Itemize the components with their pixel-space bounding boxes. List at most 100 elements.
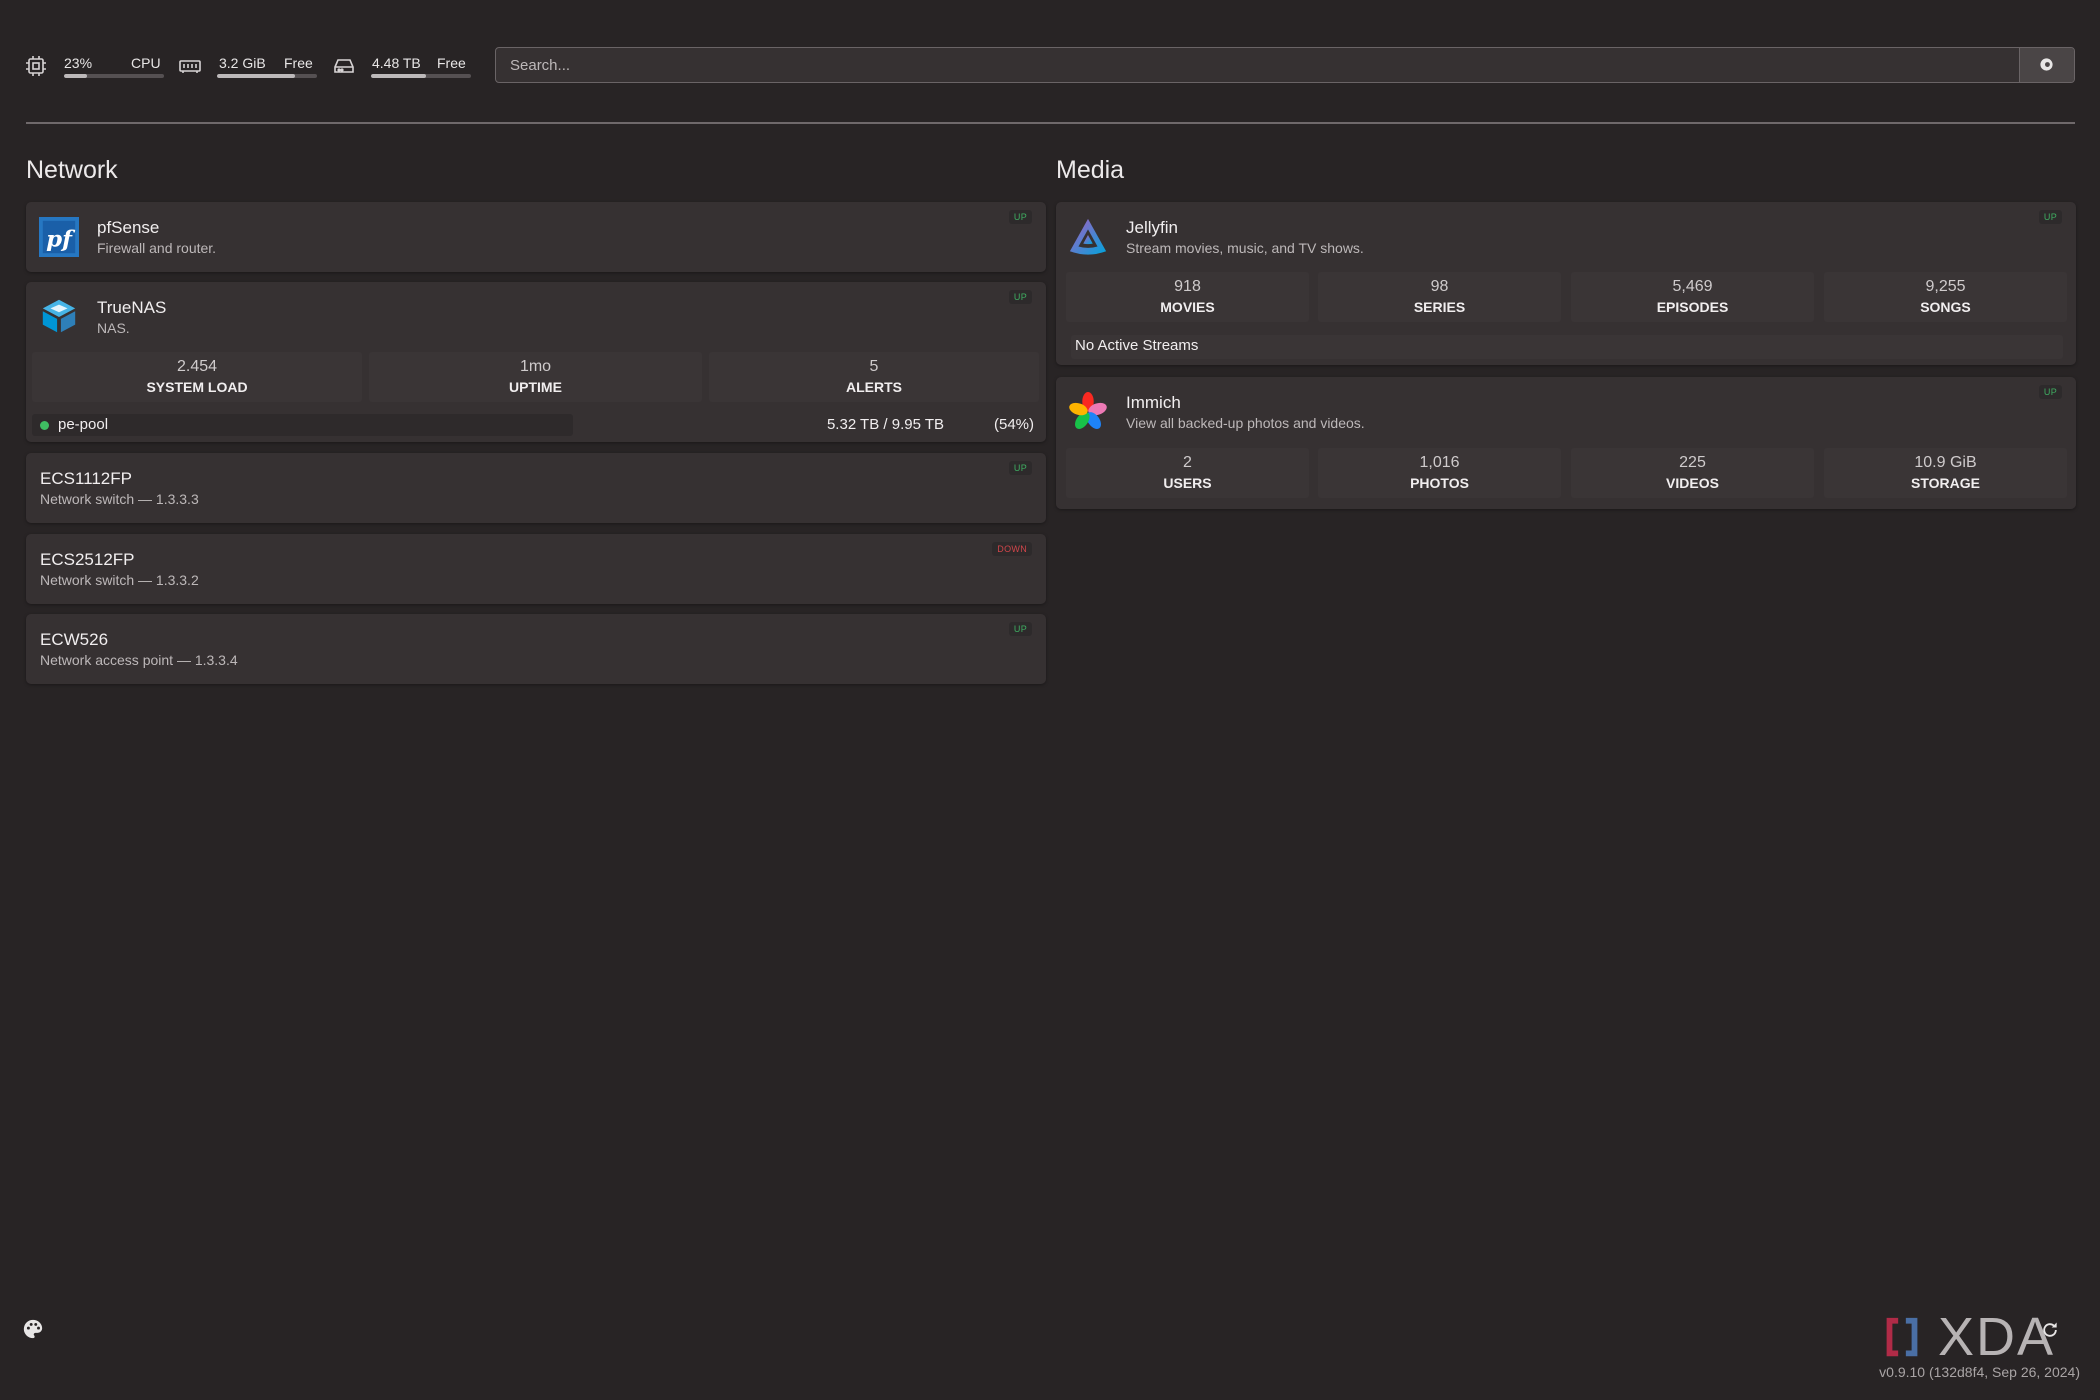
service-name: Jellyfin (1126, 218, 1178, 237)
cpu-usage-bar (64, 74, 164, 78)
pfsense-logo-icon: pf (39, 217, 79, 257)
stat-value: 10.9 GiB (1914, 454, 1977, 471)
stat-songs: 9,255 SONGS (1824, 272, 2067, 322)
stat-photos: 1,016 PHOTOS (1318, 448, 1561, 498)
memory-widget: 3.2 GiB Free (178, 50, 320, 82)
cpu-usage-fill (64, 74, 87, 78)
memory-bar (217, 74, 317, 78)
stat-system-load: 2.454 SYSTEM LOAD (32, 352, 362, 402)
stat-label: SYSTEM LOAD (146, 379, 248, 395)
service-name: ECS2512FP (40, 550, 135, 569)
service-name: Immich (1126, 393, 1181, 412)
pool-percent: (54%) (993, 416, 1034, 433)
service-description: Stream movies, music, and TV shows. (1126, 240, 1364, 256)
stat-value: 918 (1174, 278, 1201, 295)
stat-value: 98 (1430, 278, 1449, 295)
stat-label: ALERTS (846, 379, 902, 395)
pool-usage-bar (32, 414, 574, 436)
service-card-pfsense[interactable]: pf pfSense Firewall and router. UP (26, 202, 1046, 272)
service-description: Network switch — 1.3.3.3 (40, 491, 199, 507)
truenas-logo-icon (42, 299, 76, 333)
disk-label: Free (437, 55, 466, 71)
cpu-label: CPU (131, 55, 161, 71)
status-badge: UP (1008, 210, 1032, 224)
stat-label: STORAGE (1911, 475, 1980, 491)
hard-drive-icon (334, 59, 354, 73)
jellyfin-logo-icon (1069, 218, 1107, 255)
xda-logo-icon (1886, 1317, 1918, 1357)
status-badge: DOWN (992, 542, 1032, 556)
stat-episodes: 5,469 EPISODES (1571, 272, 1814, 322)
memory-icon (179, 60, 201, 73)
stat-value: 225 (1679, 454, 1706, 471)
status-badge: UP (1008, 290, 1032, 304)
service-name: ECS1112FP (40, 469, 132, 488)
stat-label: EPISODES (1656, 299, 1729, 315)
search-engine-icon (2040, 58, 2053, 71)
stat-label: SERIES (1413, 299, 1466, 315)
stat-label: USERS (1163, 475, 1212, 491)
disk-widget: 4.48 TB Free (332, 50, 474, 82)
status-badge: UP (1008, 461, 1032, 475)
stat-value: 5,469 (1672, 278, 1713, 295)
stat-series: 98 SERIES (1318, 272, 1561, 322)
pool-status-dot (40, 421, 49, 430)
active-streams-row: No Active Streams (1071, 335, 2063, 359)
refresh-icon[interactable] (2040, 1320, 2060, 1340)
immich-logo-icon (1069, 391, 1107, 429)
disk-bar (371, 74, 471, 78)
stat-value: 5 (869, 358, 879, 375)
pool-row: pe-pool 5.32 TB / 9.95 TB (54%) (32, 414, 1034, 436)
service-description: Network switch — 1.3.3.2 (40, 572, 199, 588)
stat-movies: 918 MOVIES (1066, 272, 1309, 322)
service-name: ECW526 (40, 630, 109, 649)
stat-label: SONGS (1920, 299, 1971, 315)
search-input[interactable] (496, 48, 2021, 82)
disk-free-value: 4.48 TB (372, 55, 421, 71)
service-description: NAS. (97, 320, 130, 336)
service-description: Firewall and router. (97, 240, 217, 256)
stat-label: PHOTOS (1410, 475, 1469, 491)
service-card-ecs1112fp[interactable]: ECS1112FP Network switch — 1.3.3.3 UP (26, 453, 1046, 523)
version-text: v0.9.10 (132d8f4, Sep 26, 2024) (1879, 1364, 2080, 1380)
xda-logo-text: XDA (1938, 1307, 2056, 1367)
active-streams-text: No Active Streams (1075, 337, 1199, 354)
stat-videos: 225 VIDEOS (1571, 448, 1814, 498)
status-badge: UP (2038, 385, 2062, 399)
service-card-ecs2512fp[interactable]: ECS2512FP Network switch — 1.3.3.2 DOWN (26, 534, 1046, 604)
stat-label: MOVIES (1160, 299, 1215, 315)
stat-users: 2 USERS (1066, 448, 1309, 498)
stat-value: 1mo (519, 358, 552, 375)
svg-text:pf: pf (46, 227, 76, 253)
header-divider (26, 122, 2075, 124)
status-badge: UP (1008, 622, 1032, 636)
stat-value: 2 (1183, 454, 1192, 471)
palette-icon[interactable] (22, 1318, 44, 1340)
stat-value: 1,016 (1419, 454, 1460, 471)
service-description: Network access point — 1.3.3.4 (40, 652, 238, 668)
stat-storage: 10.9 GiB STORAGE (1824, 448, 2067, 498)
stat-uptime: 1mo UPTIME (369, 352, 702, 402)
memory-fill (217, 74, 295, 78)
memory-label: Free (284, 55, 313, 71)
status-badge: UP (2038, 210, 2062, 224)
stat-value: 9,255 (1925, 278, 1966, 295)
stat-label: VIDEOS (1666, 475, 1719, 491)
pool-used: 5.32 TB / 9.95 TB (826, 416, 944, 433)
cpu-chip-icon (26, 56, 46, 76)
stat-alerts: 5 ALERTS (709, 352, 1039, 402)
search-box (495, 47, 2075, 83)
cpu-widget: 23% CPU (24, 50, 166, 82)
stat-label: UPTIME (509, 379, 562, 395)
cpu-usage-value: 23% (64, 55, 93, 71)
search-engine-button[interactable] (2019, 48, 2074, 82)
pool-name: pe-pool (58, 416, 109, 433)
service-name: pfSense (97, 218, 160, 237)
group-title-media: Media (1056, 156, 1125, 184)
service-name: TrueNAS (97, 298, 167, 317)
stat-value: 2.454 (176, 358, 218, 375)
memory-free-value: 3.2 GiB (219, 55, 266, 71)
group-title-network: Network (26, 156, 118, 184)
disk-fill (371, 74, 426, 78)
service-card-ecw526[interactable]: ECW526 Network access point — 1.3.3.4 UP (26, 614, 1046, 684)
